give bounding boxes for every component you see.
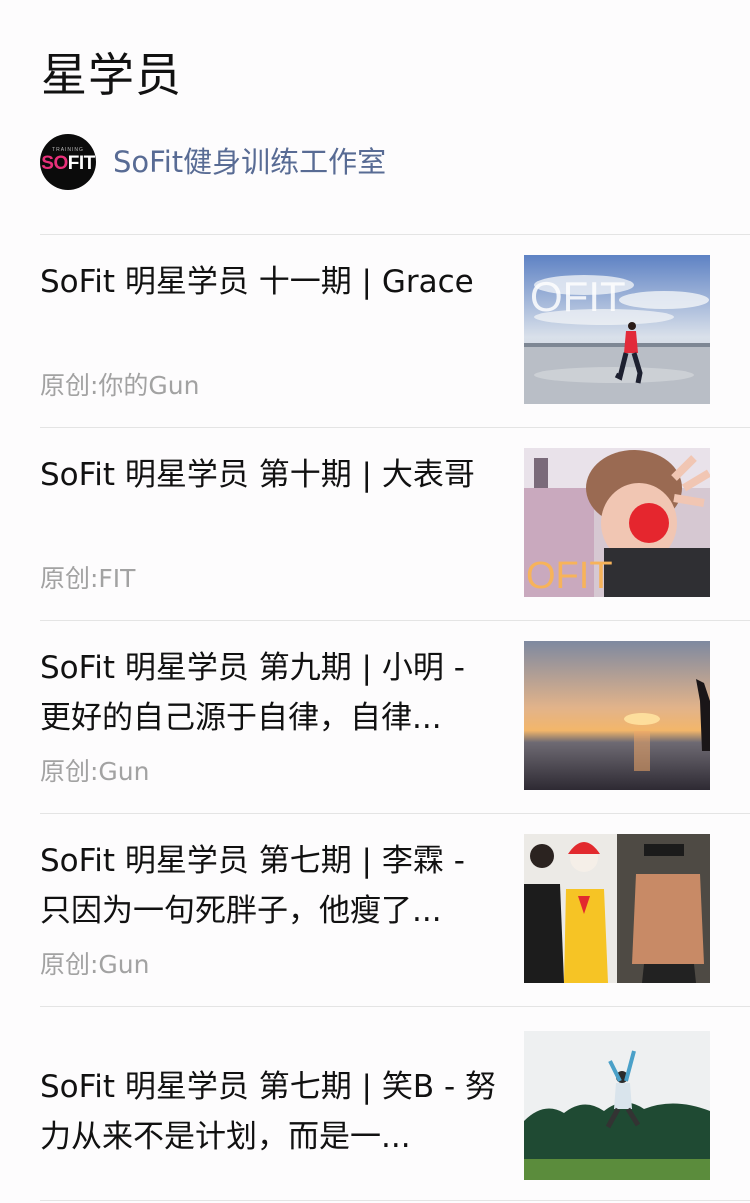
article-title[interactable]: SoFit 明星学员 第七期 | 李霖 - 只因为一句死胖子，他瘦了... <box>40 836 502 936</box>
article-item[interactable]: SoFit 明星学员 第七期 | 李霖 - 只因为一句死胖子，他瘦了... 原创… <box>40 813 750 1006</box>
page-title: 星学员 <box>41 48 182 102</box>
article-item[interactable]: SoFit 明星学员 第十期 | 大表哥 原创:FIT OFIT <box>40 427 750 620</box>
article-item[interactable]: SoFit 明星学员 第九期 | 小明 - 更好的自己源于自律，自律... 原创… <box>40 620 750 813</box>
article-item[interactable]: SoFit 明星学员 第七期 | 笑B - 努力从来不是计划，而是一... <box>40 1006 750 1199</box>
article-source: 原创:你的Gun <box>40 371 200 400</box>
article-list: SoFit 明星学员 十一期 | Grace 原创:你的Gun OFIT SoF… <box>40 234 750 1199</box>
article-title[interactable]: SoFit 明星学员 第七期 | 笑B - 努力从来不是计划，而是一... <box>40 1062 502 1162</box>
runner-on-salt-flat-image[interactable]: OFIT <box>524 255 710 404</box>
svg-text:OFIT: OFIT <box>526 555 613 597</box>
before-after-collage-image[interactable] <box>524 834 710 983</box>
sunset-beach-image[interactable] <box>524 641 710 790</box>
article-list-page: 星学员 TRAINING SOFIT SoFit健身训练工作室 SoFit 明星… <box>0 0 750 1203</box>
account-row[interactable]: TRAINING SOFIT SoFit健身训练工作室 <box>40 132 386 192</box>
avatar-logo-white-text: FIT <box>67 153 96 174</box>
avatar-logo-main: SOFIT <box>40 154 96 174</box>
selfie-with-red-nose-image[interactable]: OFIT <box>524 448 710 597</box>
divider <box>40 1200 750 1201</box>
article-item[interactable]: SoFit 明星学员 十一期 | Grace 原创:你的Gun OFIT <box>40 234 750 427</box>
avatar-logo-pink-text: SO <box>41 153 68 174</box>
sofit-logo-avatar[interactable]: TRAINING SOFIT <box>40 134 96 190</box>
article-title[interactable]: SoFit 明星学员 第十期 | 大表哥 <box>40 450 502 500</box>
article-title[interactable]: SoFit 明星学员 第九期 | 小明 - 更好的自己源于自律，自律... <box>40 643 502 743</box>
article-title[interactable]: SoFit 明星学员 十一期 | Grace <box>40 257 502 307</box>
article-source: 原创:FIT <box>40 564 136 593</box>
article-source: 原创:Gun <box>40 950 150 979</box>
account-name-link[interactable]: SoFit健身训练工作室 <box>113 142 386 182</box>
svg-text:OFIT: OFIT <box>530 273 626 320</box>
jumping-in-forest-image[interactable] <box>524 1031 710 1180</box>
article-source: 原创:Gun <box>40 757 150 786</box>
